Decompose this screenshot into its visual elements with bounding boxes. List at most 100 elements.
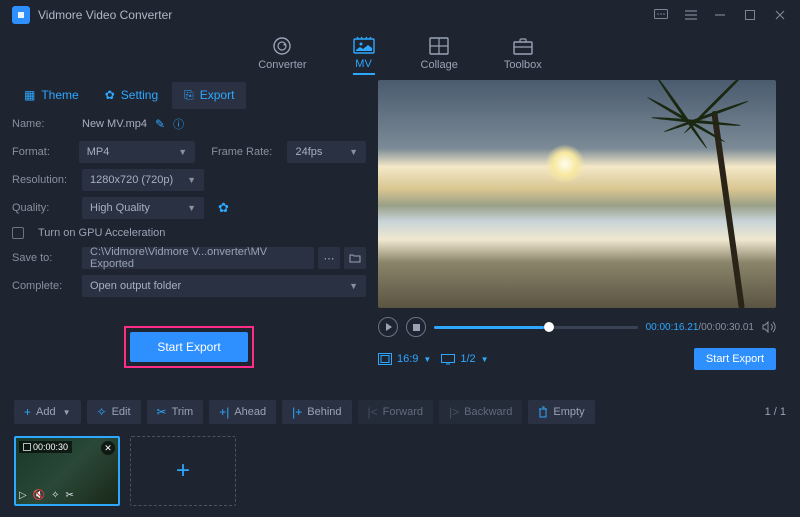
edit-name-icon[interactable]: ✎ — [155, 117, 165, 131]
add-clip-button[interactable]: + — [130, 436, 236, 506]
nav-collage[interactable]: Collage — [421, 36, 458, 74]
quality-settings-icon[interactable]: ✿ — [218, 200, 229, 216]
ahead-button[interactable]: +| Ahead — [209, 400, 276, 424]
quality-label: Quality: — [12, 202, 74, 214]
aspect-row: 16:9▼ 1/2 ▼ Start Export — [378, 344, 776, 374]
scissors-icon: ✂ — [157, 405, 167, 419]
complete-label: Complete: — [12, 280, 74, 292]
forward-icon: |< — [368, 405, 378, 419]
tab-export[interactable]: ⎘ Export — [172, 82, 246, 109]
behind-button[interactable]: |+ Behind — [282, 400, 351, 424]
title-bar: Vidmore Video Converter — [0, 0, 800, 30]
chevron-down-icon: ▼ — [481, 355, 489, 364]
export-panel: ▦ Theme ✿Setting ⎘ Export Name: New MV.mp4… — [0, 80, 378, 394]
maximize-icon[interactable] — [744, 9, 758, 21]
more-path-icon[interactable]: ⋯ — [318, 247, 340, 269]
clip-mute-icon[interactable]: 🔇 — [33, 490, 45, 501]
resolution-value: 1280x720 (720p) — [90, 174, 173, 186]
clip-edit-icon[interactable]: ✧ — [51, 490, 59, 501]
app-logo-icon — [12, 6, 30, 24]
gpu-checkbox[interactable] — [12, 227, 24, 239]
edit-button[interactable]: ✧Edit — [87, 400, 141, 424]
behind-label: Behind — [307, 406, 341, 418]
nav-toolbox[interactable]: Toolbox — [504, 36, 542, 74]
feedback-icon[interactable] — [654, 9, 668, 21]
setting-icon: ✿ — [105, 88, 115, 102]
chevron-down-icon: ▼ — [349, 281, 358, 291]
gpu-label: Turn on GPU Acceleration — [38, 227, 165, 239]
plus-icon: + — [176, 457, 190, 485]
close-icon[interactable] — [774, 9, 788, 21]
clips-strip: 00:00:30 ✕ ▷ 🔇 ✧ ✂ + — [0, 430, 800, 512]
framerate-value: 24fps — [295, 146, 322, 158]
minimize-icon[interactable] — [714, 9, 728, 21]
format-select[interactable]: MP4▼ — [79, 141, 195, 163]
play-button[interactable] — [378, 317, 398, 337]
clip-trim-icon[interactable]: ✂ — [66, 490, 74, 501]
page-indicator: 1 / 1 — [765, 406, 786, 418]
resolution-label: Resolution: — [12, 174, 74, 186]
menu-icon[interactable] — [684, 9, 698, 21]
nav-mv[interactable]: MV — [353, 35, 375, 75]
clip-item[interactable]: 00:00:30 ✕ ▷ 🔇 ✧ ✂ — [14, 436, 120, 506]
open-folder-icon[interactable] — [344, 247, 366, 269]
empty-label: Empty — [553, 406, 584, 418]
theme-icon: ▦ — [24, 88, 35, 102]
time-display: 00:00:16.21/00:00:30.01 — [646, 322, 754, 333]
ahead-icon: +| — [219, 405, 229, 419]
tab-theme-label: Theme — [41, 88, 78, 102]
ahead-label: Ahead — [234, 406, 266, 418]
framerate-select[interactable]: 24fps ▼ — [287, 141, 366, 163]
chevron-down-icon: ▼ — [349, 147, 358, 157]
format-value: MP4 — [87, 146, 110, 158]
app-title: Vidmore Video Converter — [38, 8, 654, 22]
wand-icon: ✧ — [97, 405, 107, 419]
trim-button[interactable]: ✂ Trim — [147, 400, 204, 424]
name-label: Name: — [12, 118, 74, 130]
behind-icon: |+ — [292, 405, 302, 419]
empty-button[interactable]: Empty — [528, 400, 594, 424]
start-export-button[interactable]: Start Export — [130, 332, 248, 362]
stop-button[interactable] — [406, 317, 426, 337]
screens-select[interactable]: 1/2 ▼ — [441, 353, 488, 365]
add-button[interactable]: +Add▼ — [14, 400, 81, 424]
saveto-label: Save to: — [12, 252, 74, 264]
complete-select[interactable]: Open output folder▼ — [82, 275, 366, 297]
chevron-down-icon: ▼ — [187, 175, 196, 185]
name-value: New MV.mp4 — [82, 118, 147, 130]
clip-close-icon[interactable]: ✕ — [101, 441, 115, 455]
nav-collage-label: Collage — [421, 59, 458, 71]
tab-setting[interactable]: ✿Setting — [93, 82, 170, 108]
clip-duration: 00:00:30 — [19, 441, 72, 453]
forward-button[interactable]: |< Forward — [358, 400, 433, 424]
trim-label: Trim — [172, 406, 194, 418]
quality-select[interactable]: High Quality▼ — [82, 197, 204, 219]
trash-icon — [538, 406, 548, 418]
main-nav: Converter MV Collage Toolbox — [0, 30, 800, 80]
start-export-button-2[interactable]: Start Export — [694, 348, 776, 370]
backward-label: Backward — [464, 406, 512, 418]
nav-toolbox-label: Toolbox — [504, 59, 542, 71]
backward-button[interactable]: |> Backward — [439, 400, 522, 424]
clip-play-icon[interactable]: ▷ — [19, 490, 27, 501]
resolution-select[interactable]: 1280x720 (720p) ▼ — [82, 169, 204, 191]
info-icon[interactable]: ⓘ — [173, 116, 184, 132]
tab-theme[interactable]: ▦ Theme — [12, 82, 91, 108]
video-preview[interactable] — [378, 80, 776, 308]
format-label: Format: — [12, 146, 71, 158]
aspect-select[interactable]: 16:9▼ — [378, 353, 431, 365]
tab-export-label: Export — [200, 88, 235, 102]
nav-mv-label: MV — [355, 58, 372, 70]
backward-icon: |> — [449, 405, 459, 419]
framerate-label: Frame Rate: — [211, 146, 279, 158]
clip-toolbar: +Add▼ ✧Edit ✂ Trim +| Ahead |+ Behind |< For… — [0, 394, 800, 430]
export-icon: ⎘ — [184, 88, 194, 103]
forward-label: Forward — [383, 406, 423, 418]
seek-slider[interactable] — [434, 326, 638, 329]
converter-icon — [271, 36, 293, 56]
saveto-path[interactable]: C:\Vidmore\Vidmore V...onverter\MV Expor… — [82, 247, 314, 269]
nav-converter[interactable]: Converter — [258, 36, 306, 74]
screens-value: 1/2 — [460, 353, 475, 365]
quality-value: High Quality — [90, 202, 150, 214]
volume-icon[interactable] — [762, 321, 776, 333]
